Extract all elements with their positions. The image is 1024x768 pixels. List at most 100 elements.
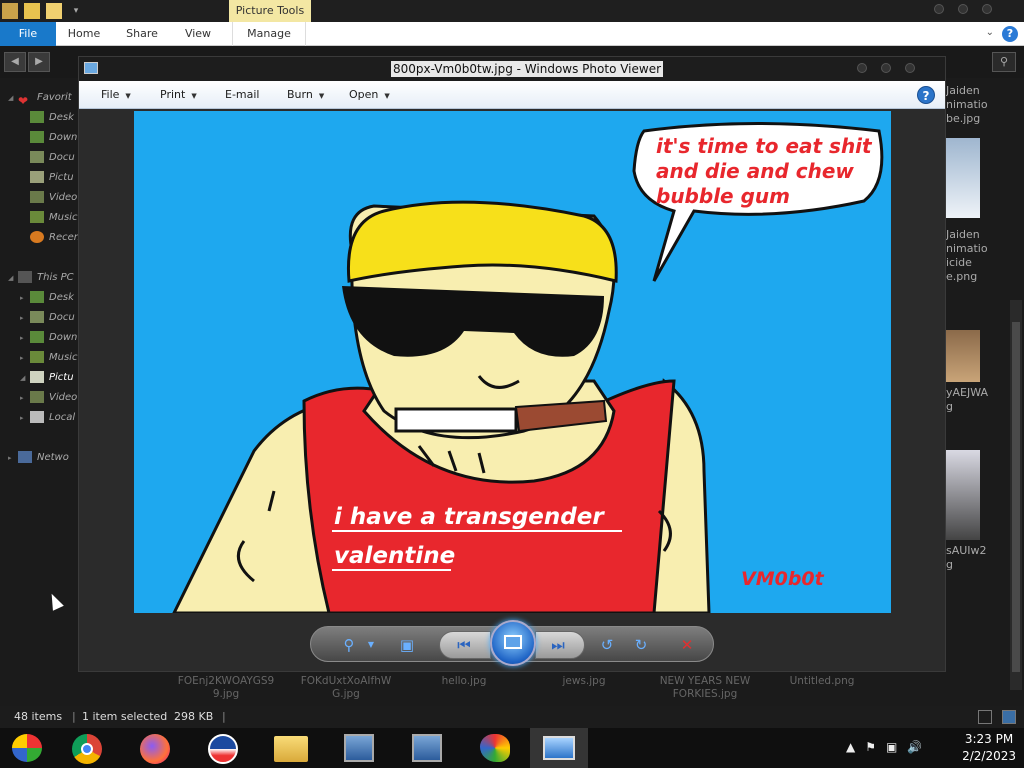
chevron-down-icon[interactable]: ▾ (68, 3, 84, 19)
chevron-down-icon: ▼ (125, 92, 131, 100)
nav-fav-documents[interactable]: Docu (30, 148, 75, 168)
next-button[interactable]: ⏭ (535, 631, 585, 659)
taskbar-app-installer[interactable] (330, 728, 388, 768)
tab-home[interactable]: Home (58, 22, 110, 46)
videos-icon (30, 391, 44, 403)
nav-fav-downloads[interactable]: Down (30, 128, 77, 148)
menu-email[interactable]: E-mail (225, 88, 260, 101)
back-button[interactable]: ◀ (4, 52, 26, 72)
peek-label-2[interactable]: Jaiden nimatio icide e.png (946, 228, 988, 284)
menu-open[interactable]: Open ▼ (349, 88, 390, 101)
actual-size-icon[interactable]: ▣ (397, 635, 417, 655)
rotate-clockwise-icon[interactable]: ↻ (631, 635, 651, 655)
large-icons-view-icon[interactable] (1002, 710, 1016, 724)
maximize-button[interactable] (958, 4, 968, 14)
chrome-icon (72, 734, 102, 764)
slideshow-button[interactable] (490, 620, 536, 666)
previous-button[interactable]: ⏮ (439, 631, 491, 659)
music-icon (30, 211, 44, 223)
nav-pc-music[interactable]: ▸ Music (20, 348, 77, 368)
quick-access-toolbar: ▾ (2, 3, 84, 19)
taskbar-firefox[interactable] (126, 728, 184, 768)
menu-file[interactable]: File ▼ (101, 88, 131, 101)
peek-thumbnail-2[interactable] (946, 330, 980, 382)
nav-favorites[interactable]: ◢ ❤ Favorit (8, 88, 72, 108)
properties-icon[interactable] (2, 3, 18, 19)
tab-share[interactable]: Share (116, 22, 168, 46)
nav-fav-desktop[interactable]: Desk (30, 108, 74, 128)
nav-fav-music[interactable]: Music (30, 208, 77, 228)
folder-icon[interactable] (46, 3, 62, 19)
details-view-icon[interactable] (978, 710, 992, 724)
nav-pc-downloads[interactable]: ▸ Down (20, 328, 77, 348)
help-icon[interactable]: ? (917, 86, 935, 104)
desktop-icon (30, 291, 44, 303)
tab-view[interactable]: View (174, 22, 222, 46)
file-label[interactable]: hello.jpg (414, 675, 514, 688)
peek-thumbnail-3[interactable] (946, 450, 980, 540)
peek-thumbnail-1[interactable] (946, 138, 980, 218)
music-icon (30, 351, 44, 363)
maximize-button[interactable] (881, 63, 891, 73)
tab-manage[interactable]: Manage (232, 22, 306, 46)
nav-pc-desktop[interactable]: ▸ Desk (20, 288, 74, 308)
chevron-down-icon[interactable]: ▼ (361, 635, 381, 655)
nav-pc-pictures[interactable]: ◢ Pictu (20, 368, 74, 388)
nav-pc-documents[interactable]: ▸ Docu (20, 308, 75, 328)
minimize-button[interactable] (934, 4, 944, 14)
menu-burn[interactable]: Burn ▼ (287, 88, 324, 101)
clock-date: 2/2/2023 (962, 749, 1016, 763)
volume-icon[interactable]: 🔊 (907, 740, 922, 754)
network-icon[interactable]: ▣ (886, 740, 897, 754)
rotate-counterclockwise-icon[interactable]: ↺ (597, 635, 617, 655)
flag-icon[interactable]: ⚑ (865, 740, 876, 754)
close-button[interactable] (982, 4, 992, 14)
nav-network[interactable]: ▸ Netwo (8, 448, 69, 468)
peek-label-1[interactable]: Jaiden nimatio be.jpg (946, 84, 988, 126)
nav-fav-videos[interactable]: Video (30, 188, 77, 208)
forward-button[interactable]: ▶ (28, 52, 50, 72)
explorer-window-controls (934, 4, 992, 14)
tab-file[interactable]: File (0, 22, 56, 46)
file-label[interactable]: jews.jpg (534, 675, 634, 688)
taskbar-chrome[interactable] (58, 728, 116, 768)
new-folder-icon[interactable] (24, 3, 40, 19)
nav-fav-recent[interactable]: Recen (30, 228, 80, 248)
file-label[interactable]: NEW YEARS NEW FORKIES.jpg (650, 675, 760, 701)
taskbar-app-installer-2[interactable] (398, 728, 456, 768)
viewer-menu-bar: File ▼ Print ▼ E-mail Burn ▼ Open ▼ ? (79, 81, 945, 109)
taskbar-photo-viewer[interactable] (530, 728, 588, 768)
nav-pc-local-disk[interactable]: ▸ Local (20, 408, 75, 428)
taskbar-start-app[interactable] (0, 728, 58, 768)
heart-icon: ❤ (18, 94, 29, 108)
documents-icon (30, 151, 44, 163)
taskbar-file-explorer[interactable] (262, 728, 320, 768)
peek-label-4[interactable]: sAUIw2 g (946, 544, 987, 572)
chevron-up-icon[interactable]: ▲ (846, 740, 855, 754)
next-icon: ⏭ (551, 636, 565, 654)
artist-signature: VM0b0t (741, 568, 825, 590)
chevron-down-icon[interactable]: ⌄ (986, 27, 994, 38)
drive-icon (30, 411, 44, 423)
nav-fav-pictures[interactable]: Pictu (30, 168, 74, 188)
zoom-icon[interactable]: ⚲ (339, 635, 359, 655)
search-icon[interactable]: ⚲ (992, 52, 1016, 72)
delete-icon[interactable]: ✕ (677, 635, 697, 655)
scrollbar-thumb[interactable] (1012, 322, 1020, 672)
file-label[interactable]: FOEnj2KWOAYGS9 9.jpg (176, 675, 276, 701)
menu-print[interactable]: Print ▼ (160, 88, 197, 101)
folder-icon (274, 736, 308, 762)
nav-this-pc[interactable]: ◢ This PC (8, 268, 74, 288)
taskbar-paint[interactable] (466, 728, 524, 768)
file-label[interactable]: FOKdUxtXoAIfhW G.jpg (296, 675, 396, 701)
chevron-down-icon: ▼ (318, 92, 325, 100)
taskbar-app-round[interactable] (194, 728, 252, 768)
peek-label-3[interactable]: yAEJWA g (946, 386, 988, 414)
clock[interactable]: 3:23 PM 2/2/2023 (962, 731, 1016, 765)
minimize-button[interactable] (857, 63, 867, 73)
help-icon[interactable]: ? (1002, 26, 1018, 42)
close-button[interactable] (905, 63, 915, 73)
nav-pc-videos[interactable]: ▸ Video (20, 388, 77, 408)
pictures-icon (30, 171, 44, 183)
file-label[interactable]: Untitled.png (772, 675, 872, 688)
